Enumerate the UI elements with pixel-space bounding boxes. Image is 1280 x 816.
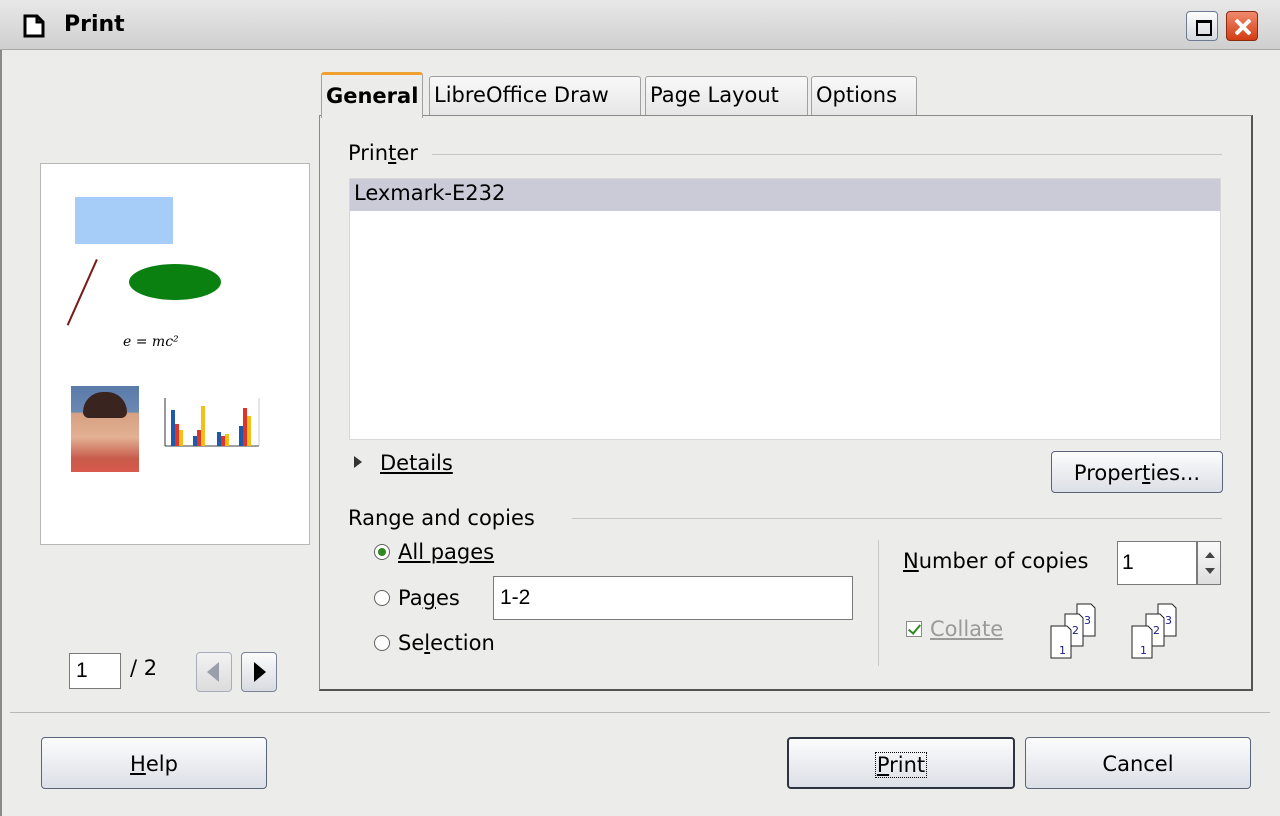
copies-spinner-icon[interactable] [1197, 541, 1221, 585]
page-number-input[interactable] [69, 653, 121, 689]
radio-checked-icon [374, 544, 390, 560]
tab-options[interactable]: Options [811, 76, 917, 116]
details-expander[interactable]: Details [354, 451, 453, 475]
cancel-button[interactable]: Cancel [1025, 737, 1251, 789]
printer-section-rule [432, 154, 1222, 155]
preview-line [66, 259, 98, 326]
preview-formula: e = mc² [123, 334, 179, 350]
pages-range-input[interactable] [493, 576, 853, 620]
pages-radio[interactable]: Pages [374, 586, 460, 610]
tab-page-layout[interactable]: Page Layout [645, 76, 808, 116]
svg-text:1: 1 [1140, 644, 1147, 657]
details-label: Details [380, 451, 453, 475]
expand-arrow-icon [354, 456, 362, 468]
range-section-title: Range and copies [348, 506, 535, 530]
maximize-icon[interactable] [1186, 11, 1218, 41]
radio-unchecked-icon [374, 635, 390, 651]
preview-photo [71, 386, 139, 472]
collate-pages-icon-2: 3 2 1 [1131, 603, 1177, 659]
button-bar-separator [10, 712, 1270, 713]
svg-text:2: 2 [1072, 624, 1079, 637]
page-total: / 2 [130, 656, 158, 680]
range-section-rule [572, 518, 1222, 519]
close-icon[interactable] [1226, 11, 1258, 41]
preview-chart [164, 398, 260, 447]
range-copies-separator [878, 540, 879, 666]
copies-input[interactable] [1117, 541, 1197, 585]
print-button[interactable]: Print [787, 737, 1015, 789]
printer-list[interactable]: Lexmark-E232 [349, 178, 1221, 440]
document-icon [23, 14, 45, 38]
svg-text:1: 1 [1059, 644, 1066, 657]
printer-row-selected[interactable]: Lexmark-E232 [350, 179, 1220, 211]
properties-button[interactable]: Properties... [1051, 451, 1223, 493]
title-bar: Print [0, 0, 1280, 50]
tab-general[interactable]: General [321, 72, 424, 118]
preview-ellipse [129, 264, 221, 300]
number-of-copies-label: Number of copies [903, 549, 1089, 573]
window-border [0, 50, 2, 816]
next-page-icon[interactable] [241, 652, 277, 692]
printer-section-title: Printer [348, 141, 418, 165]
window-title: Print [64, 12, 125, 37]
preview-rectangle [75, 197, 173, 244]
collate-pages-icon: 3 2 1 [1050, 603, 1096, 659]
help-button[interactable]: Help [41, 737, 267, 789]
print-preview: e = mc² [40, 163, 310, 545]
previous-page-icon[interactable] [196, 652, 232, 692]
checkbox-checked-icon [906, 621, 922, 637]
svg-text:2: 2 [1153, 624, 1160, 637]
radio-unchecked-icon [374, 590, 390, 606]
tab-libreoffice-draw[interactable]: LibreOffice Draw [429, 76, 641, 116]
all-pages-radio[interactable]: All pages [374, 540, 494, 564]
svg-text:3: 3 [1165, 614, 1172, 627]
svg-text:3: 3 [1084, 614, 1091, 627]
selection-radio[interactable]: Selection [374, 631, 495, 655]
collate-checkbox[interactable]: Collate [906, 617, 1003, 641]
